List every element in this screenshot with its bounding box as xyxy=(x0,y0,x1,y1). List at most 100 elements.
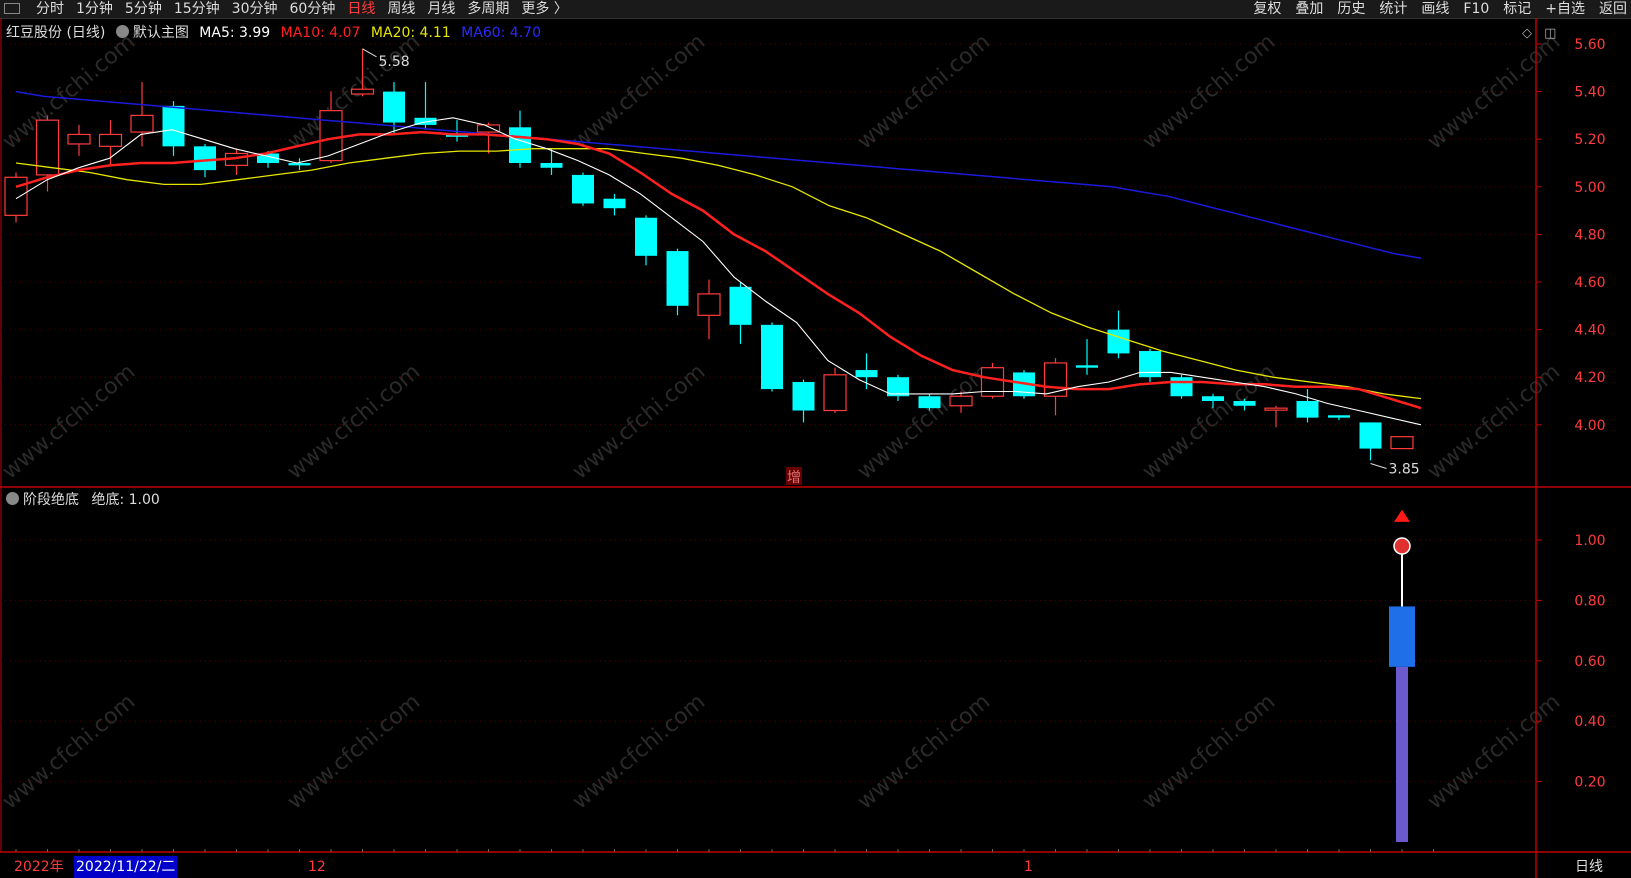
indicator-tick-label: 1.00 xyxy=(1574,533,1605,549)
time-axis: 2022年 2022/11/22/二 12 1 日线 xyxy=(0,856,1631,878)
watermark: www.cfchi.com xyxy=(0,359,140,484)
candle-body-down xyxy=(1296,401,1319,418)
watermark: www.cfchi.com xyxy=(1138,29,1280,154)
low-price-label: 3.85 xyxy=(1389,462,1420,478)
high-pointer xyxy=(362,48,377,58)
watermark: www.cfchi.com xyxy=(568,689,710,814)
watermark: www.cfchi.com xyxy=(283,359,425,484)
ma60-line xyxy=(15,90,1422,259)
watermark: www.cfchi.com xyxy=(568,29,710,154)
watermark: www.cfchi.com xyxy=(853,29,995,154)
candle-body-down xyxy=(792,381,815,411)
watermark: www.cfchi.com xyxy=(0,689,140,814)
theme-name[interactable]: 默认主图 xyxy=(133,25,189,41)
candle-body-down xyxy=(1233,401,1256,406)
price-axis: 5.60 5.40 5.20 5.00 4.80 4.60 4.40 4.20 4.00 1.00… xyxy=(1536,37,1606,791)
candle-body-up xyxy=(949,395,973,407)
period-button[interactable]: 日线 xyxy=(1575,856,1603,878)
ma5-value: MA5: 3.99 xyxy=(199,25,271,41)
watermark: www.cfchi.com xyxy=(1138,689,1280,814)
month-12-label: 12 xyxy=(308,859,326,875)
candle-body-up xyxy=(350,88,375,95)
ma10-value: MA10: 4.07 xyxy=(280,25,361,41)
high-price-label: 5.58 xyxy=(379,54,410,70)
price-tick-label: 5.40 xyxy=(1574,85,1605,101)
candle-body-down xyxy=(1202,396,1224,401)
price-tick-label: 4.80 xyxy=(1574,227,1605,243)
zeng-marker-bg xyxy=(786,467,802,485)
candle-body-down xyxy=(162,105,185,147)
candle-body-up xyxy=(67,133,91,145)
candle-body-down xyxy=(918,396,941,409)
candle-body-down xyxy=(635,217,657,256)
candle-body-down xyxy=(1170,377,1193,397)
watermark: www.cfchi.com xyxy=(853,359,995,484)
indicator-bar-lower xyxy=(1396,666,1408,842)
candle-body-up xyxy=(476,124,501,133)
dropdown-circle-icon[interactable] xyxy=(6,492,19,505)
indicator-tick-label: 0.60 xyxy=(1574,654,1605,670)
month-1-label: 1 xyxy=(1024,859,1033,875)
candle-body-down xyxy=(1359,422,1382,449)
price-tick-label: 4.00 xyxy=(1574,418,1605,434)
ma60-value: MA60: 4.70 xyxy=(461,25,541,41)
price-tick-label: 4.40 xyxy=(1574,323,1605,339)
indicator-tick-label: 0.20 xyxy=(1574,775,1605,791)
indicator-bar-upper xyxy=(1389,606,1415,667)
watermark: www.cfchi.com xyxy=(568,359,710,484)
candle-body-down xyxy=(761,324,783,390)
stock-name[interactable]: 红豆股份 (日线) xyxy=(6,25,105,41)
kline-chart: www.cfchi.com www.cfchi.com www.cfchi.com w… xyxy=(0,18,1631,878)
candle-body-down xyxy=(1139,351,1161,378)
dropdown-circle-icon[interactable] xyxy=(115,25,129,38)
ma20-line xyxy=(15,148,1422,400)
low-pointer xyxy=(1370,463,1387,469)
price-tick-label: 5.00 xyxy=(1574,180,1605,196)
candle-body-up xyxy=(319,110,343,162)
indicator-panel xyxy=(1389,509,1415,842)
candle-body-up xyxy=(130,114,154,133)
watermark: www.cfchi.com xyxy=(853,689,995,814)
indicator-tick-label: 0.80 xyxy=(1574,593,1605,609)
year-label: 2022年 xyxy=(14,859,64,875)
candle-body-down xyxy=(383,91,405,123)
watermark: www.cfchi.com xyxy=(1423,29,1565,154)
candle-body-down xyxy=(603,198,626,209)
candle-body-up xyxy=(4,176,28,216)
candle-body-down xyxy=(288,163,311,166)
candle-body-down xyxy=(509,127,531,163)
watermark: www.cfchi.com xyxy=(1423,689,1565,814)
main-legend: 红豆股份 (日线) 默认主图 MA5: 3.99 MA10: 4.07 MA20… xyxy=(6,22,547,42)
price-tick-label: 4.20 xyxy=(1574,370,1605,386)
candle-body-down xyxy=(1328,415,1350,418)
candle-body-up xyxy=(697,293,721,316)
indicator-legend: 阶段绝底 绝底: 1.00 xyxy=(6,489,160,509)
candle-body-up xyxy=(823,374,847,412)
indicator-tick-label: 0.40 xyxy=(1574,714,1605,730)
ma20-value: MA20: 4.11 xyxy=(370,25,451,41)
candle-body-down xyxy=(540,163,563,168)
candle-body-down xyxy=(855,370,878,378)
diamond-icon[interactable]: ◇ xyxy=(1522,26,1532,41)
corner-tools: ◇ ◫ xyxy=(1522,26,1564,41)
candle-body-down xyxy=(194,146,216,171)
candle-body-down xyxy=(1107,329,1130,354)
watermark: www.cfchi.com xyxy=(1423,359,1565,484)
indicator-value: 绝底: 1.00 xyxy=(91,492,160,508)
panel-icon[interactable]: ◫ xyxy=(1544,26,1556,41)
candle-body-up xyxy=(1390,436,1414,450)
price-tick-label: 5.60 xyxy=(1574,37,1605,53)
price-tick-label: 5.20 xyxy=(1574,132,1605,148)
candle-body-up xyxy=(98,133,123,147)
indicator-name[interactable]: 阶段绝底 xyxy=(23,492,79,508)
up-triangle-icon xyxy=(1394,509,1410,522)
candle-body-down xyxy=(666,251,689,306)
candle-body-down xyxy=(729,286,752,325)
signal-ball-icon xyxy=(1393,537,1411,555)
candle-body-down xyxy=(572,174,594,204)
price-tick-label: 4.60 xyxy=(1574,275,1605,291)
watermark-layer: www.cfchi.com www.cfchi.com www.cfchi.com w… xyxy=(0,29,1565,814)
watermark: www.cfchi.com xyxy=(283,689,425,814)
candle-body-up xyxy=(1264,407,1288,411)
cursor-date: 2022/11/22/二 xyxy=(74,856,178,878)
